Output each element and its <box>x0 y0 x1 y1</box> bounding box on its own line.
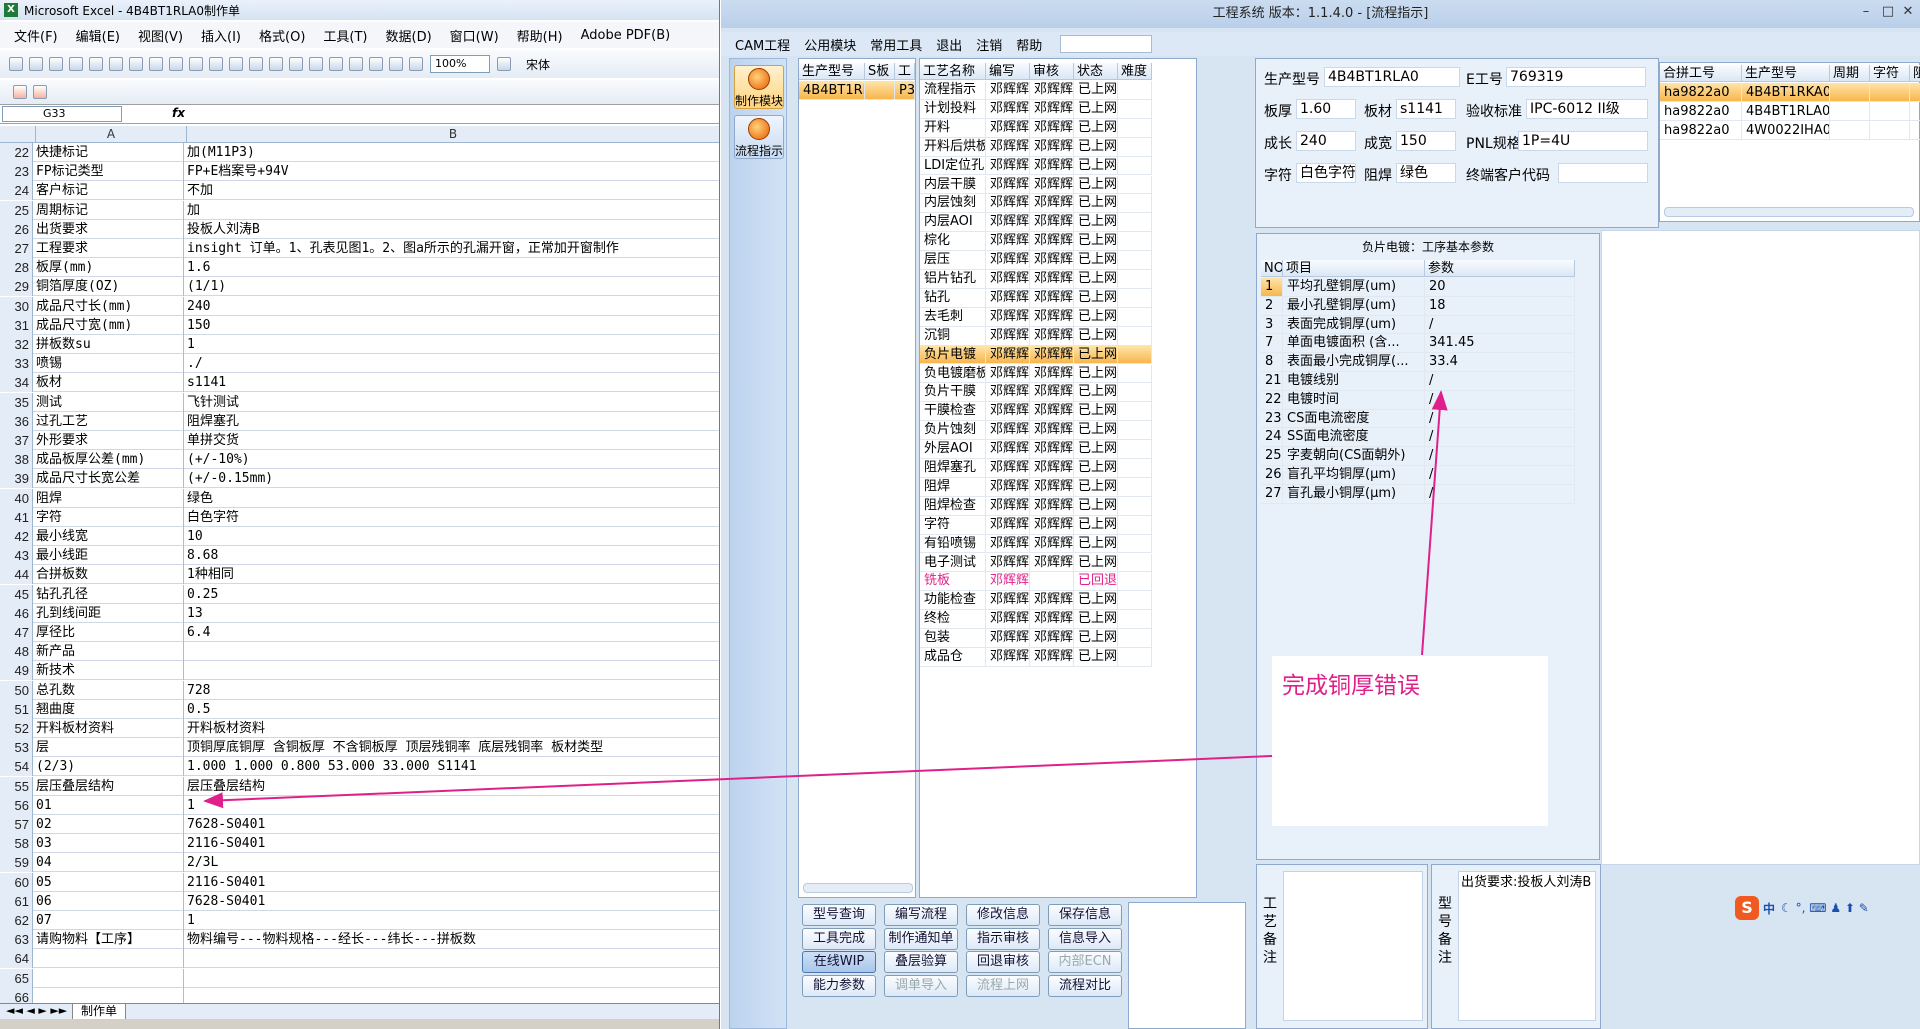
ime-tools-icon[interactable]: ☾ °, ⌨ ♟ ⬆ ✎ <box>1781 901 1869 915</box>
ime-mode[interactable]: 中 <box>1763 900 1775 917</box>
annotation-arrow-param <box>1421 390 1448 656</box>
ime-toolbar: S 中 ☾ °, ⌨ ♟ ⬆ ✎ <box>1735 896 1920 920</box>
sogou-logo-icon[interactable]: S <box>1735 896 1759 920</box>
annotation-arrows <box>203 390 1448 809</box>
annotation-arrow-excel <box>203 755 1273 809</box>
